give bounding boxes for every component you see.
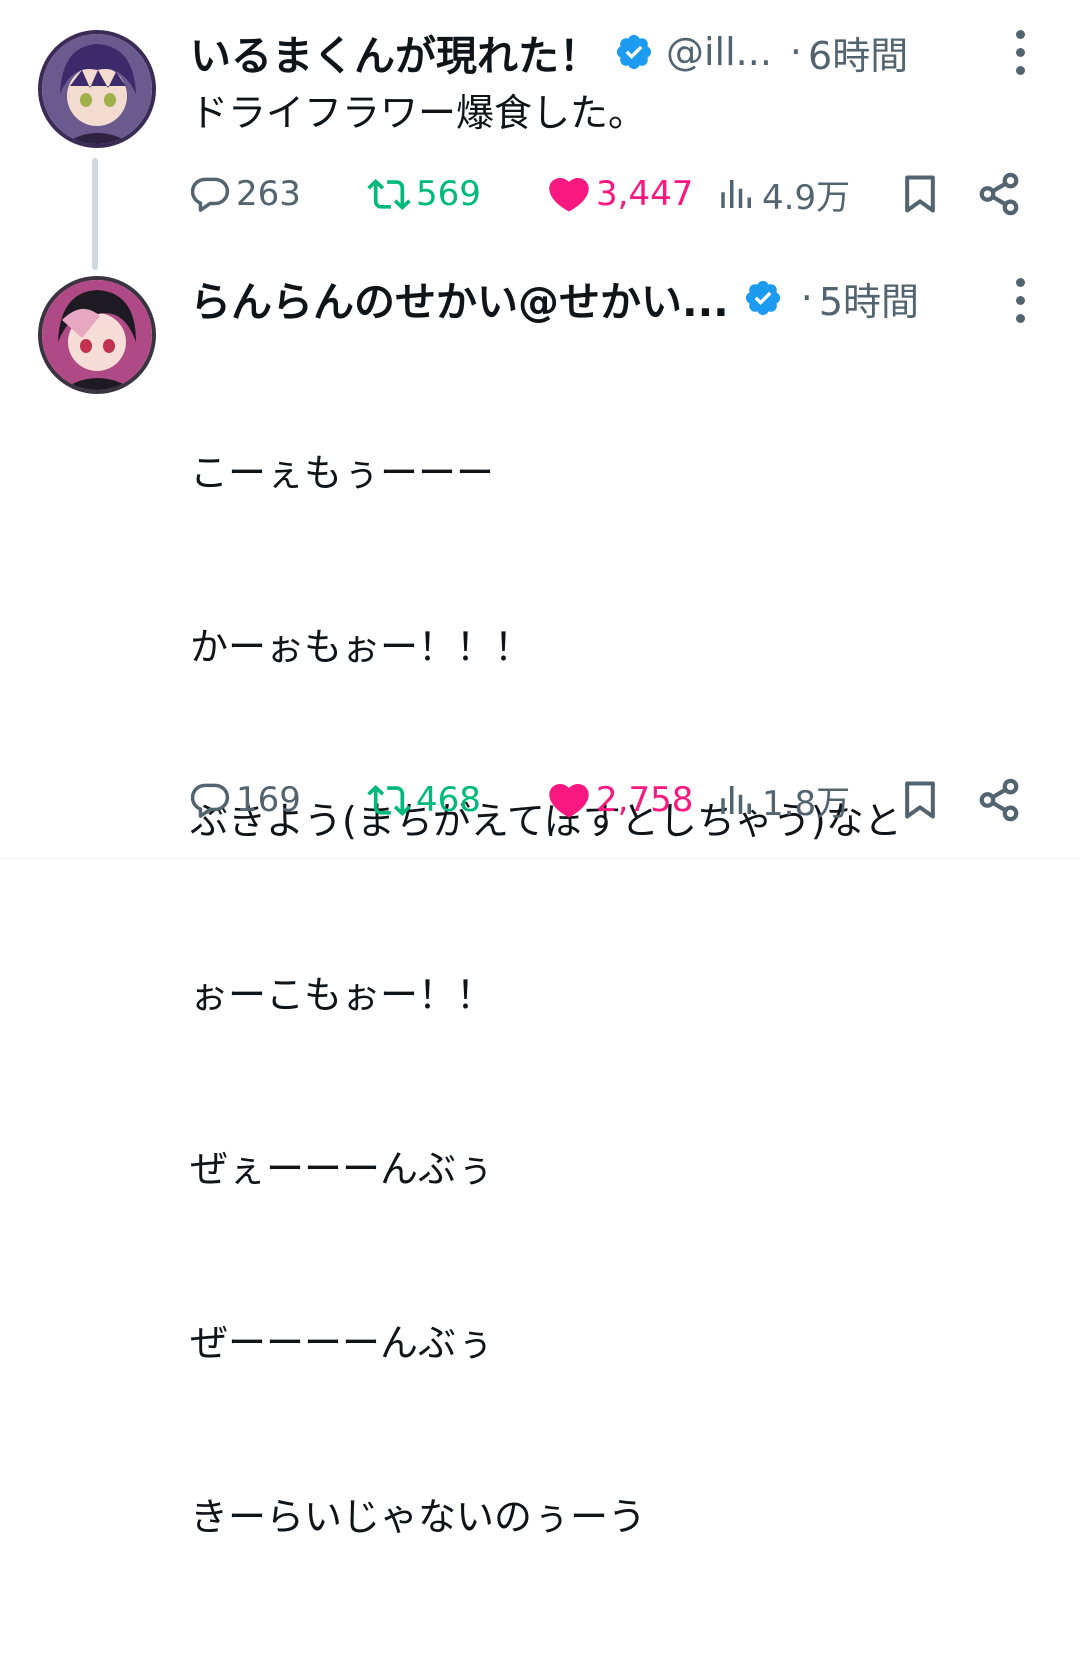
share-icon [979, 778, 1019, 822]
action-bar: 169 468 2,758 1.8万 [188, 772, 1048, 828]
tweet-header: らんらんのせかい@せかい... · 5時間 [190, 268, 919, 328]
tweet-text-line: きーらいじゃないのぅーう [190, 1495, 647, 1539]
reply-count: 169 [236, 780, 301, 820]
tweet-text: こーぇもぅーーー かーぉもぉー！！！ ぶきよう(まちがえてぽすとしちゃう)なと … [190, 328, 902, 1662]
tweet-text-line: ぜーーーーんぶぅ [190, 1321, 495, 1365]
tweet-text-line: ぜぇーーーんぶぅ [190, 1147, 495, 1191]
retweet-count: 468 [416, 780, 481, 820]
like-count: 2,758 [596, 780, 694, 820]
timestamp[interactable]: 5時間 [819, 271, 919, 326]
views-button[interactable]: 1.8万 [716, 772, 850, 828]
reply-icon [190, 783, 230, 818]
separator-dot: · [800, 276, 813, 320]
share-button[interactable] [976, 772, 1022, 828]
retweet-button[interactable]: 468 [366, 772, 481, 828]
tweet-2[interactable]: らんらんのせかい@せかい... · 5時間 こーぇもぅーーー かーぉもぉー！！！… [0, 0, 1080, 1539]
avatar[interactable] [38, 276, 156, 394]
like-icon [549, 783, 589, 818]
tweet-text-line: かーぉもぉー！！！ [190, 625, 533, 669]
like-button[interactable]: 2,758 [546, 772, 693, 828]
bookmark-button[interactable] [898, 772, 942, 828]
retweet-icon [367, 784, 411, 816]
tweet-text-line: ぉーこもぉー！！ [190, 973, 495, 1017]
views-count: 1.8万 [762, 783, 851, 824]
display-name[interactable]: らんらんのせかい@せかい... [190, 268, 729, 328]
views-icon [721, 786, 751, 814]
bookmark-icon [905, 781, 935, 819]
tweet-text-line: こーぇもぅーーー [190, 451, 495, 495]
reply-button[interactable]: 169 [188, 772, 301, 828]
more-icon[interactable] [1010, 270, 1030, 330]
verified-icon [743, 278, 783, 318]
bottom-divider [0, 858, 1080, 859]
